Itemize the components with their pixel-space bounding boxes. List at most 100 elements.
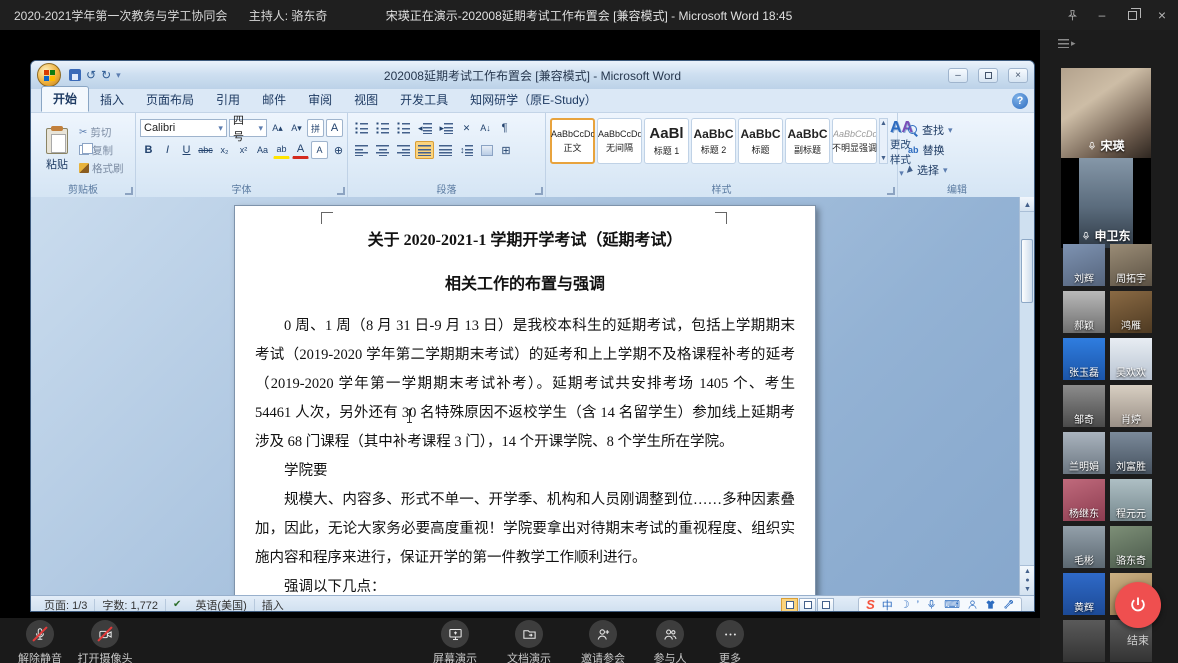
select-button[interactable]: 选择 ▾	[908, 162, 1012, 178]
participant-tile[interactable]: 兰明娟	[1063, 432, 1105, 474]
styles-gallery-scrollbar[interactable]: ▲ ▼	[879, 118, 888, 164]
participants-button[interactable]: 参与人	[644, 618, 696, 663]
restore-icon[interactable]	[1124, 7, 1140, 23]
enclose-characters-button[interactable]: ⊕	[330, 141, 347, 159]
participant-tile[interactable]: 郝颖	[1063, 291, 1105, 333]
tab-home[interactable]: 开始	[41, 86, 89, 112]
align-left-button[interactable]	[352, 141, 371, 159]
numbering-button[interactable]	[373, 119, 392, 137]
scroll-up-icon[interactable]: ▲	[1020, 197, 1034, 212]
featured-video-speaker[interactable]: 申卫东	[1061, 158, 1151, 248]
more-button[interactable]: 更多	[704, 618, 756, 663]
subscript-button[interactable]: x₂	[216, 141, 233, 159]
help-icon[interactable]: ?	[1012, 93, 1028, 109]
shrink-font-button[interactable]: A▾	[288, 119, 305, 137]
settings-wrench-icon[interactable]	[1003, 599, 1014, 610]
participant-tile[interactable]: 黄辉	[1063, 573, 1105, 615]
bullets-button[interactable]	[352, 119, 371, 137]
justify-button[interactable]	[415, 141, 434, 159]
show-marks-button[interactable]: ¶	[496, 119, 513, 137]
insert-mode[interactable]: 插入	[255, 597, 291, 613]
font-dialog-launcher-icon[interactable]	[337, 187, 345, 195]
underline-button[interactable]: U	[178, 141, 195, 159]
tab-references[interactable]: 引用	[205, 88, 251, 112]
line-spacing-button[interactable]: ↕	[457, 141, 476, 159]
font-family-select[interactable]: Calibri ▾	[140, 119, 227, 137]
participant-tile[interactable]: 肖婷	[1110, 385, 1152, 427]
copy-button[interactable]: 复制	[79, 143, 124, 158]
page-indicator[interactable]: 页面: 1/3	[37, 597, 94, 613]
word-restore-icon[interactable]	[978, 68, 998, 83]
style-no-spacing[interactable]: AaBbCcDd 无间隔	[597, 118, 642, 164]
fullwidth-icon[interactable]: ☽	[900, 598, 910, 611]
style-heading2[interactable]: AaBbC 标题 2	[691, 118, 736, 164]
style-title[interactable]: AaBbC 标题	[738, 118, 783, 164]
cut-button[interactable]: ✂ 剪切	[79, 125, 124, 140]
spellcheck-icon[interactable]: ✔	[166, 599, 188, 610]
decrease-indent-button[interactable]: ◂	[415, 119, 435, 137]
word-count[interactable]: 字数: 1,772	[95, 597, 165, 613]
skin-icon[interactable]	[985, 599, 996, 610]
participant-tile[interactable]: 杨继东	[1063, 479, 1105, 521]
tab-view[interactable]: 视图	[343, 88, 389, 112]
screen-share-button[interactable]: 屏幕演示	[422, 618, 488, 663]
paste-button[interactable]: 粘贴	[35, 117, 79, 183]
change-case-button[interactable]: Aa	[254, 141, 271, 159]
align-center-button[interactable]	[373, 141, 392, 159]
previous-page-icon[interactable]: ▲	[1024, 568, 1031, 575]
shading-button[interactable]	[478, 141, 496, 159]
participant-tile[interactable]: 鸿雁	[1110, 291, 1152, 333]
style-normal[interactable]: AaBbCcDd 正文	[550, 118, 595, 164]
participant-tile[interactable]: 骆东奇	[1110, 526, 1152, 568]
style-subtitle[interactable]: AaBbC 副标题	[785, 118, 830, 164]
phonetic-guide-button[interactable]: 拼	[307, 119, 324, 137]
participant-tile[interactable]: 张玉磊	[1063, 338, 1105, 380]
styles-dialog-launcher-icon[interactable]	[887, 187, 895, 195]
format-painter-button[interactable]: 格式刷	[79, 161, 124, 176]
participant-tile[interactable]: 刘辉	[1063, 244, 1105, 286]
punctuation-icon[interactable]: ’	[917, 599, 919, 611]
word-minimize-icon[interactable]: –	[948, 68, 968, 83]
style-heading1[interactable]: AaBl 标题 1	[644, 118, 689, 164]
asian-layout-button[interactable]: ✕	[458, 119, 475, 137]
voice-input-icon[interactable]	[926, 599, 937, 610]
replace-button[interactable]: ab 替换	[908, 142, 1012, 158]
featured-video-presenter[interactable]: 宋瑛	[1061, 68, 1151, 158]
collapse-sidebar-button[interactable]: ▸	[1058, 36, 1078, 50]
scroll-up-icon[interactable]: ▲	[880, 120, 887, 127]
invite-button[interactable]: 邀请参会	[570, 618, 636, 663]
minimize-icon[interactable]: –	[1094, 7, 1110, 23]
grow-font-button[interactable]: A▴	[269, 119, 286, 137]
paragraph-dialog-launcher-icon[interactable]	[535, 187, 543, 195]
soft-keyboard-icon[interactable]: ⌨	[944, 598, 960, 611]
account-icon[interactable]	[967, 599, 978, 610]
tab-mailings[interactable]: 邮件	[251, 88, 297, 112]
participant-tile[interactable]: 周拓宇	[1110, 244, 1152, 286]
find-button[interactable]: 查找 ▾	[908, 122, 1012, 138]
tab-insert[interactable]: 插入	[89, 88, 135, 112]
borders-button[interactable]: ⊞	[498, 141, 515, 159]
tab-developer[interactable]: 开发工具	[389, 88, 459, 112]
bold-button[interactable]: B	[140, 141, 157, 159]
fullscreen-view-button[interactable]	[799, 598, 816, 612]
tab-review[interactable]: 审阅	[297, 88, 343, 112]
participant-tile[interactable]: 刘富胜	[1110, 432, 1152, 474]
sort-button[interactable]: A↓	[477, 119, 494, 137]
sogou-logo-icon[interactable]: S	[866, 597, 875, 612]
document-share-button[interactable]: 文档演示	[496, 618, 562, 663]
next-page-icon[interactable]: ▼	[1024, 586, 1031, 593]
multilevel-list-button[interactable]	[394, 119, 413, 137]
align-right-button[interactable]	[394, 141, 413, 159]
word-close-icon[interactable]: ×	[1008, 68, 1028, 83]
italic-button[interactable]: I	[159, 141, 176, 159]
page-browse-buttons[interactable]: ▲ ● ▼	[1020, 565, 1034, 595]
scroll-down-icon[interactable]: ▼	[880, 155, 887, 162]
document-page[interactable]: 关于 2020-2021-1 学期开学考试（延期考试） 相关工作的布置与强调 0…	[234, 205, 816, 595]
increase-indent-button[interactable]: ▸	[437, 119, 457, 137]
web-layout-view-button[interactable]	[817, 598, 834, 612]
scrollbar-thumb[interactable]	[1021, 239, 1033, 303]
clipboard-dialog-launcher-icon[interactable]	[125, 187, 133, 195]
select-browse-object-icon[interactable]: ●	[1025, 577, 1029, 584]
participant-tile[interactable]: 吴欢欢	[1110, 338, 1152, 380]
participant-tile[interactable]: 程元元	[1110, 479, 1152, 521]
